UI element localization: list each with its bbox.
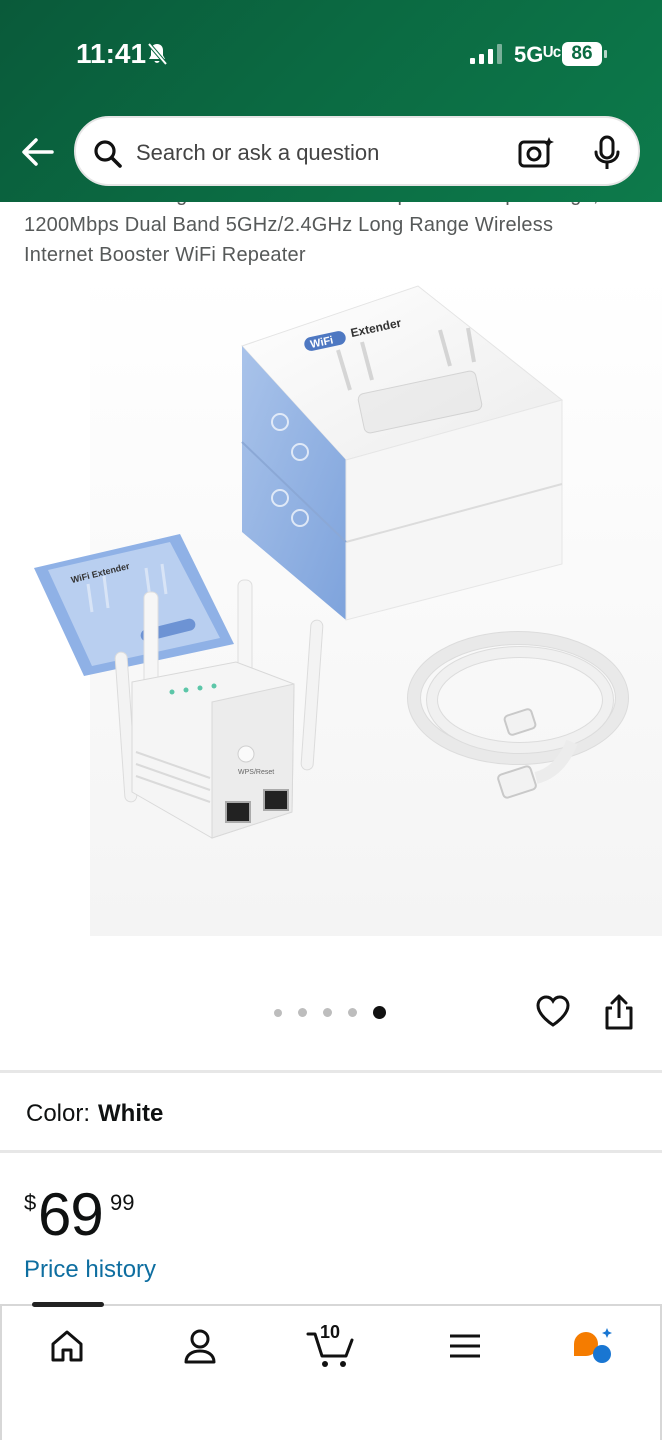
rufus-assistant-icon[interactable]	[570, 1326, 618, 1373]
color-value: White	[98, 1100, 164, 1127]
account-icon[interactable]	[180, 1326, 220, 1371]
microphone-icon[interactable]	[590, 134, 624, 177]
search-icon	[92, 138, 124, 175]
header: 11:41 5Gᵁᶜ 86	[0, 0, 662, 202]
share-icon[interactable]	[602, 992, 636, 1037]
search-bar[interactable]	[74, 116, 640, 186]
status-time: 11:41	[76, 38, 147, 69]
active-tab-indicator	[32, 1302, 104, 1307]
bottom-nav: 10	[0, 1302, 662, 1440]
menu-icon[interactable]	[448, 1326, 482, 1371]
svg-text:WPS/Reset: WPS/Reset	[238, 769, 274, 776]
network-type: 5Gᵁᶜ	[514, 42, 562, 67]
arrow-left-icon	[22, 138, 54, 166]
battery-indicator: 86	[562, 42, 607, 66]
product-image[interactable]: WiFi Extender WiFi Extender WPS/Reset	[0, 272, 662, 952]
cart-count: 10	[319, 1322, 341, 1342]
back-button[interactable]	[18, 134, 58, 170]
carousel-dot[interactable]	[274, 1008, 282, 1017]
wishlist-heart-icon[interactable]	[534, 992, 572, 1035]
home-icon[interactable]	[48, 1326, 86, 1371]
price-whole: 69	[38, 1181, 104, 1248]
cart-icon[interactable]: 10	[306, 1322, 358, 1375]
color-selector: Color: White	[26, 1100, 163, 1128]
product-title[interactable]: WiFi Extender Signal Booster for Home up…	[24, 202, 624, 270]
price-history-link[interactable]: Price history	[24, 1256, 156, 1284]
status-bar: 11:41 5Gᵁᶜ 86	[0, 0, 662, 108]
carousel-dot[interactable]	[298, 1008, 307, 1017]
divider	[0, 1150, 662, 1153]
divider	[0, 1070, 662, 1073]
carousel-dot-active[interactable]	[373, 1006, 386, 1019]
color-label: Color:	[26, 1100, 91, 1127]
carousel-dot[interactable]	[323, 1008, 332, 1017]
camera-search-icon[interactable]	[516, 134, 556, 177]
silent-bell-icon	[146, 42, 168, 71]
price-symbol: $	[24, 1190, 37, 1215]
cell-signal-icon	[470, 44, 502, 64]
carousel-dot[interactable]	[348, 1008, 357, 1017]
price-fraction: 99	[110, 1190, 135, 1215]
carousel-indicator[interactable]	[274, 1006, 386, 1019]
product-title-container: WiFi Extender Signal Booster for Home up…	[0, 202, 662, 272]
search-input[interactable]	[136, 136, 496, 170]
